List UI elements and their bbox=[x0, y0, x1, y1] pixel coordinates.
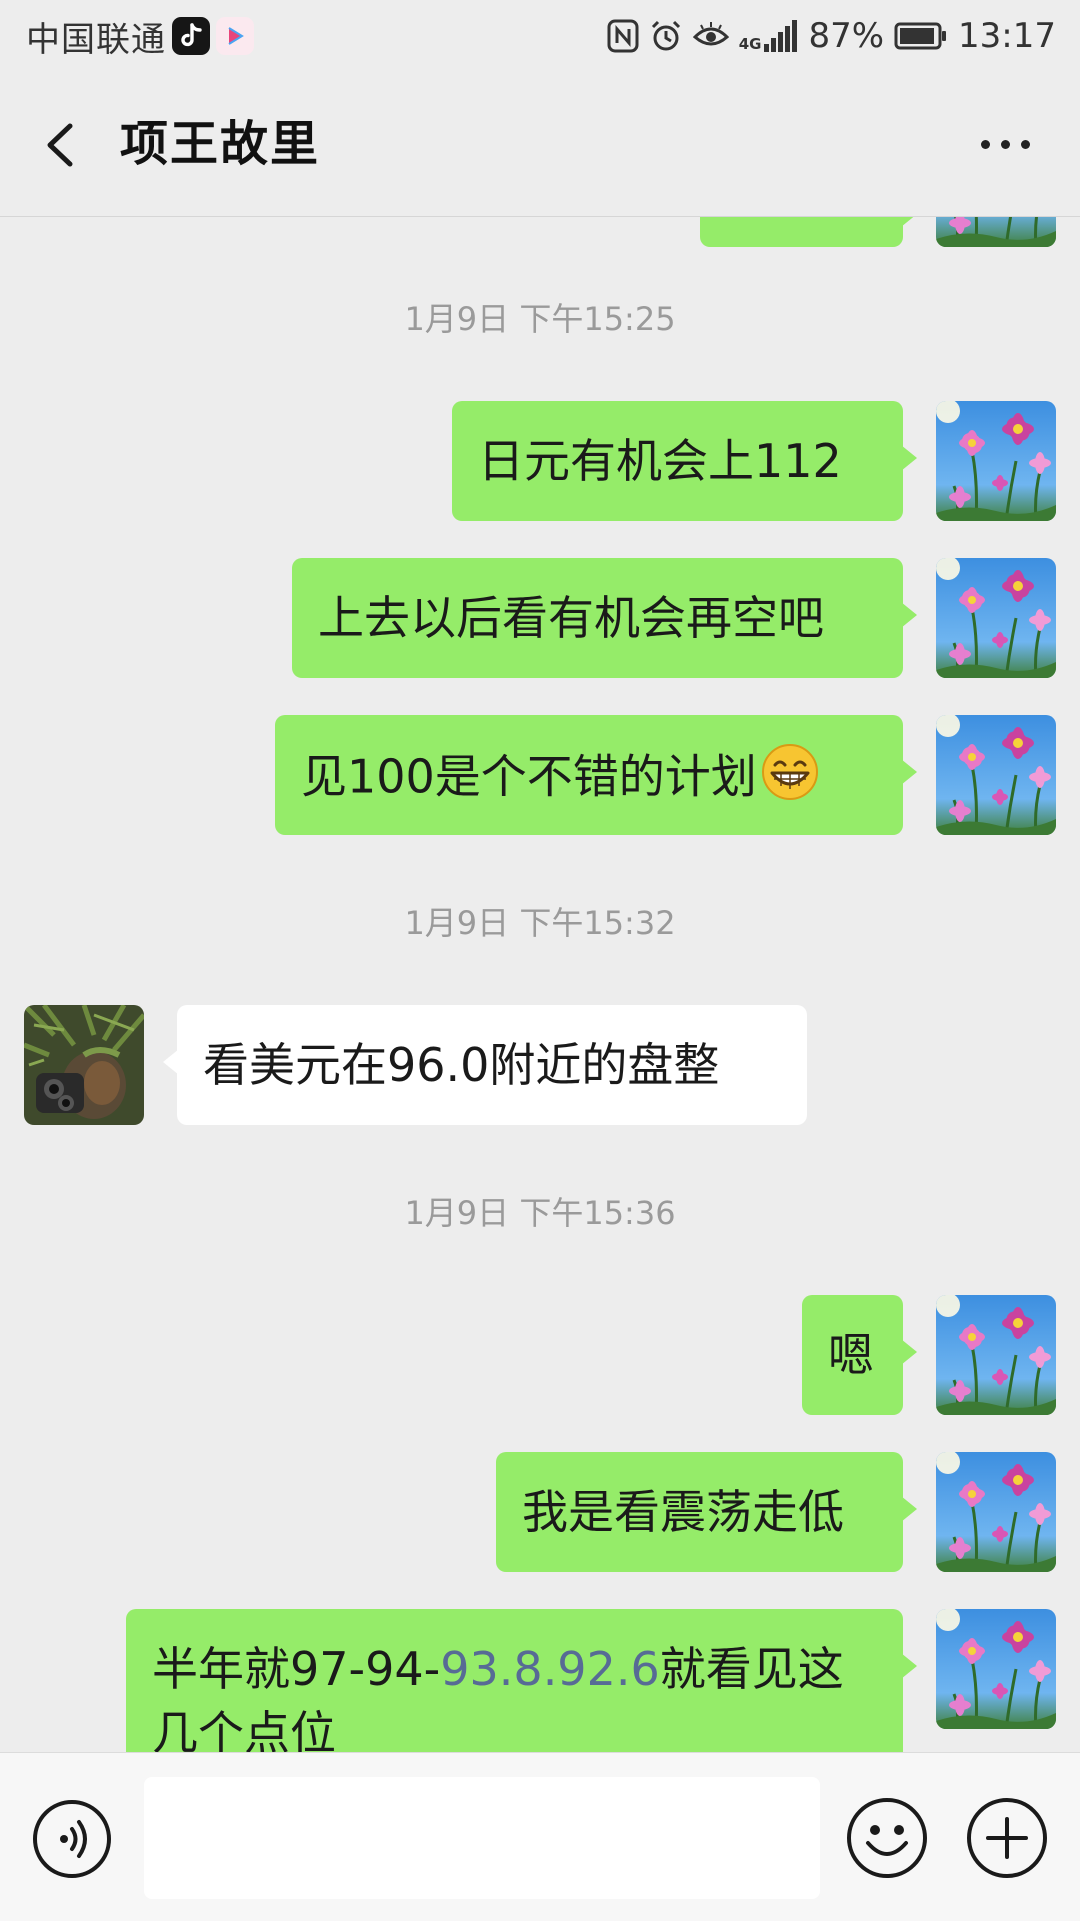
emoji-icon bbox=[847, 1798, 927, 1878]
my-avatar[interactable] bbox=[936, 1295, 1056, 1415]
emoji-button[interactable] bbox=[846, 1797, 928, 1879]
message-bubble-sent[interactable]: 半年就97-94-93.8.92.6就看见这几个点位 bbox=[126, 1609, 917, 1752]
message-text: 我是看震荡走低 bbox=[522, 1485, 844, 1539]
battery-percent: 87% bbox=[808, 16, 885, 56]
message-number-link[interactable]: 93.8.92.6 bbox=[440, 1642, 659, 1696]
battery-icon bbox=[894, 22, 948, 50]
message-bubble-sent[interactable]: 上去以后看有机会再空吧 bbox=[292, 558, 917, 678]
clock: 13:17 bbox=[958, 16, 1056, 56]
timestamp: 1月9日 下午15:36 bbox=[404, 1194, 676, 1232]
message-bubble-sent[interactable] bbox=[700, 217, 917, 247]
voice-icon bbox=[33, 1800, 111, 1878]
timestamp: 1月9日 下午15:25 bbox=[404, 300, 676, 338]
message-text: 看美元在96.0附近的盘整 bbox=[203, 1038, 720, 1092]
message-bubble-sent[interactable]: 日元有机会上112 bbox=[452, 401, 917, 521]
alarm-icon bbox=[649, 19, 683, 53]
back-button[interactable] bbox=[30, 110, 100, 180]
my-avatar[interactable] bbox=[936, 1452, 1056, 1572]
status-bar: 中国联通 4G 87% 13:17 bbox=[0, 0, 1080, 72]
grinning-face-icon bbox=[761, 743, 819, 817]
my-avatar[interactable] bbox=[936, 715, 1056, 835]
eye-icon bbox=[692, 21, 729, 51]
chevron-left-icon bbox=[47, 123, 73, 167]
more-functions-button[interactable] bbox=[966, 1797, 1048, 1879]
video-app-icon bbox=[216, 17, 254, 55]
nfc-icon bbox=[607, 19, 639, 53]
contact-avatar[interactable] bbox=[24, 1005, 144, 1125]
input-bar bbox=[0, 1752, 1080, 1921]
chat-header: 项王故里 bbox=[0, 72, 1080, 217]
tiktok-icon bbox=[172, 17, 210, 55]
signal-icon: 4G bbox=[739, 20, 799, 52]
my-avatar[interactable] bbox=[936, 401, 1056, 521]
message-bubble-sent[interactable]: 嗯 bbox=[802, 1295, 917, 1415]
timestamp: 1月9日 下午15:32 bbox=[404, 904, 676, 942]
message-bubble-received[interactable]: 看美元在96.0附近的盘整 bbox=[163, 1005, 807, 1125]
message-input[interactable] bbox=[144, 1777, 820, 1899]
message-text: 上去以后看有机会再空吧 bbox=[318, 591, 824, 645]
message-bubble-sent[interactable]: 见100是个不错的计划 bbox=[275, 715, 917, 835]
chat-title: 项王故里 bbox=[120, 116, 321, 172]
more-button[interactable] bbox=[970, 112, 1040, 176]
voice-button[interactable] bbox=[32, 1799, 112, 1879]
message-text: 半年就97-94- bbox=[152, 1642, 441, 1696]
plus-icon bbox=[967, 1798, 1047, 1878]
my-avatar[interactable] bbox=[936, 558, 1056, 678]
my-avatar[interactable] bbox=[936, 1609, 1056, 1729]
more-dots-icon bbox=[980, 139, 990, 149]
message-text: 见100是个不错的计划 bbox=[301, 749, 757, 804]
my-avatar[interactable] bbox=[936, 217, 1056, 247]
carrier-name: 中国联通 bbox=[26, 19, 166, 60]
message-text: 嗯 bbox=[828, 1328, 874, 1382]
message-text: 日元有机会上112 bbox=[478, 434, 842, 488]
message-bubble-sent[interactable]: 我是看震荡走低 bbox=[496, 1452, 917, 1572]
network-type: 4G bbox=[738, 35, 762, 53]
chat-area[interactable]: 1月9日 下午15:25 日元有机会上112 上去以后看有机会再空吧 见100是… bbox=[0, 217, 1080, 1752]
